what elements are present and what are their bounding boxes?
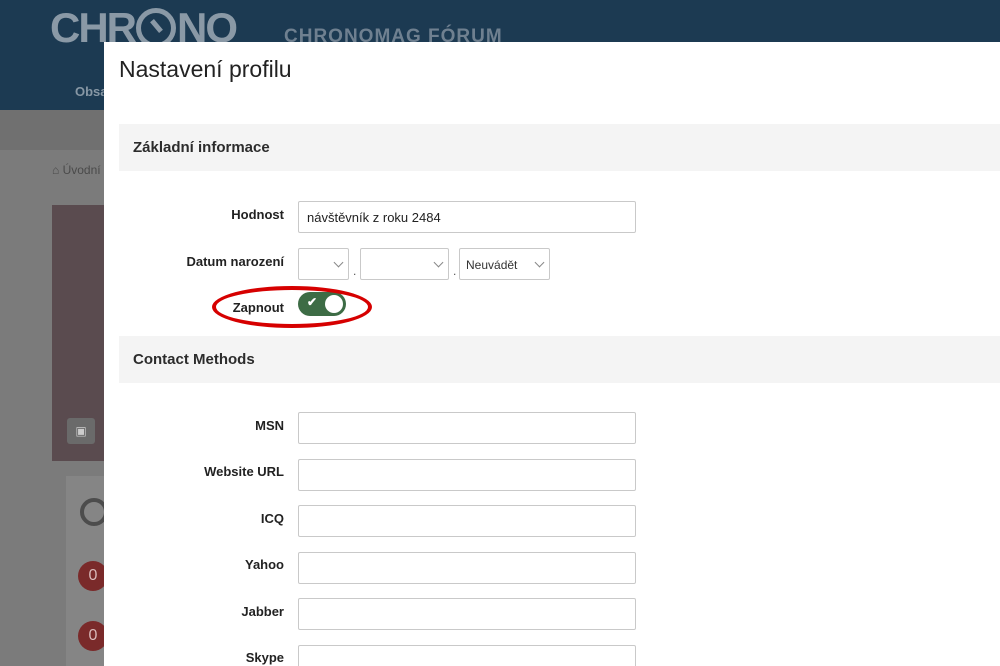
birthday-day-select[interactable] <box>298 248 349 280</box>
skype-input[interactable] <box>298 645 636 666</box>
breadcrumb[interactable]: ⌂ Úvodní <box>52 163 101 177</box>
profile-settings-modal: Nastavení profilu Základní informace Hod… <box>104 42 1000 666</box>
msn-label: MSN <box>255 418 284 433</box>
icq-input[interactable] <box>298 505 636 537</box>
rank-label: Hodnost <box>231 207 284 222</box>
icq-label: ICQ <box>260 511 284 526</box>
rank-input[interactable] <box>298 201 636 233</box>
section-contact-methods: Contact Methods <box>119 336 1000 383</box>
jabber-input[interactable] <box>298 598 636 630</box>
chevron-down-icon <box>534 257 545 268</box>
birthday-year-value: Neuvádět <box>466 258 518 272</box>
msn-input[interactable] <box>298 412 636 444</box>
website-url-input[interactable] <box>298 459 636 491</box>
section-basic-info: Základní informace <box>119 124 1000 171</box>
image-icon[interactable]: ▣ <box>67 418 95 444</box>
jabber-label: Jabber <box>241 604 284 619</box>
chevron-down-icon <box>433 257 444 268</box>
birthday-year-select[interactable]: Neuvádět <box>459 248 550 280</box>
date-separator: . <box>453 264 457 278</box>
birthday-month-select[interactable] <box>360 248 449 280</box>
breadcrumb-home[interactable]: Úvodní <box>63 163 101 177</box>
nav-item[interactable]: Obsa <box>75 84 108 99</box>
skype-label: Skype <box>245 650 284 665</box>
yahoo-input[interactable] <box>298 552 636 584</box>
date-separator: . <box>353 264 357 278</box>
highlight-annotation <box>212 286 372 328</box>
modal-title: Nastavení profilu <box>119 56 292 82</box>
yahoo-label: Yahoo <box>244 557 284 572</box>
chevron-down-icon <box>333 257 344 268</box>
website-url-label: Website URL <box>204 464 284 479</box>
birthday-label: Datum narození <box>186 254 284 269</box>
